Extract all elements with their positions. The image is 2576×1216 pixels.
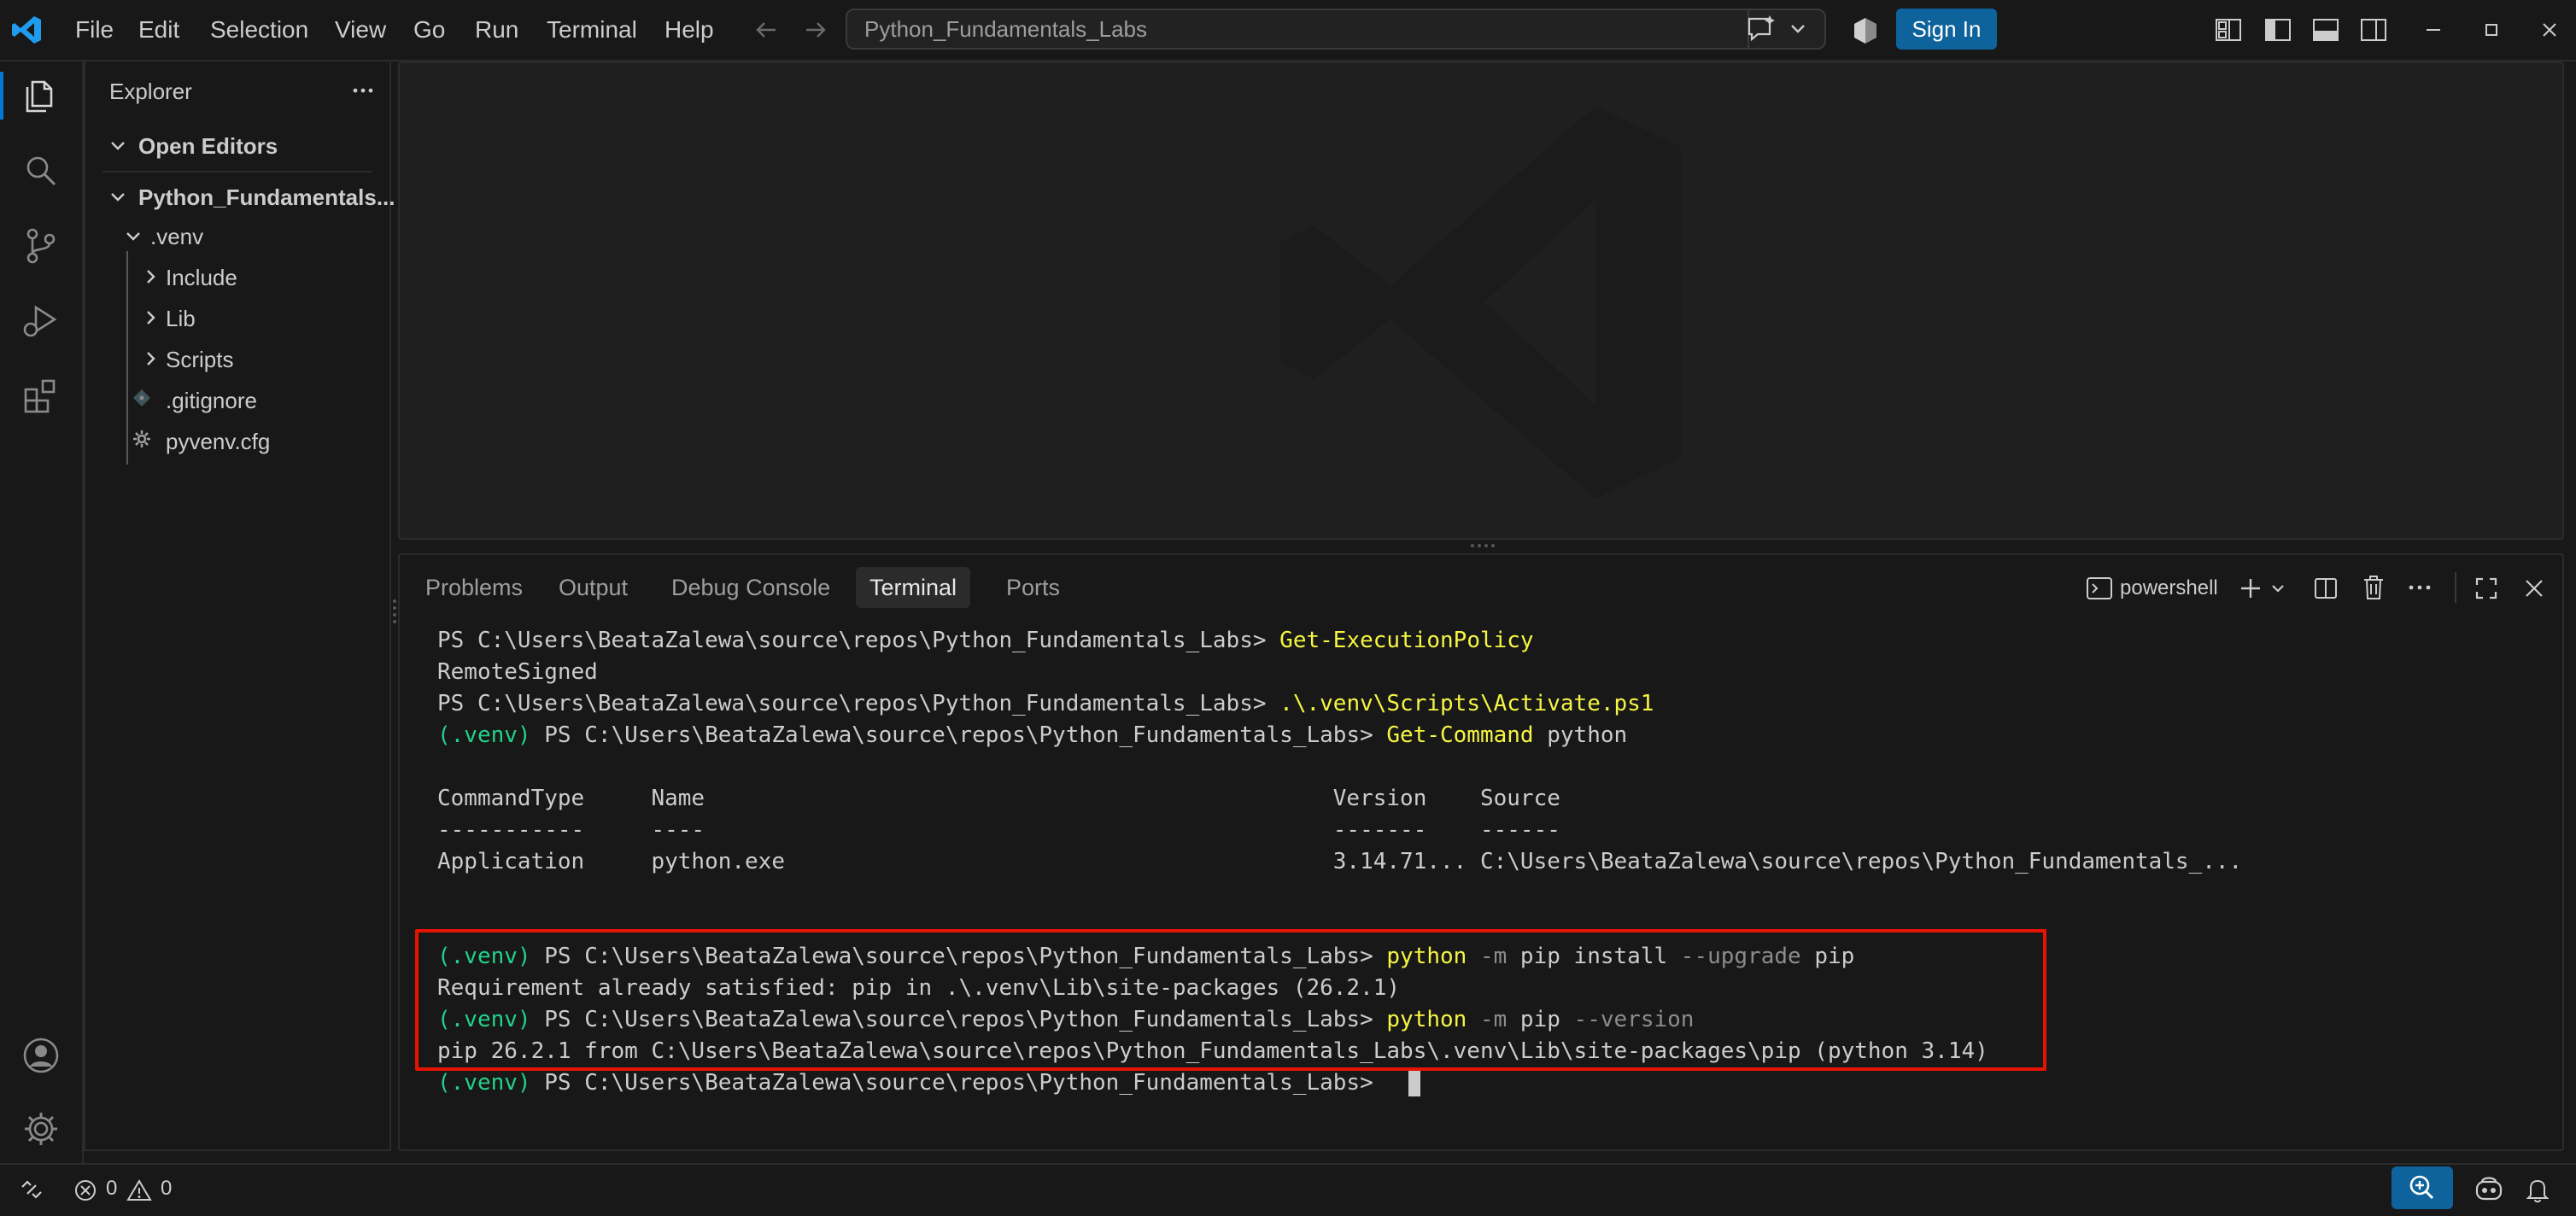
status-bar: 0 0 xyxy=(0,1163,2576,1216)
panel-sash-grip[interactable] xyxy=(1469,541,1495,550)
run-debug-icon[interactable] xyxy=(20,301,61,342)
git-file-icon xyxy=(132,388,152,408)
tab-debug-console[interactable]: Debug Console xyxy=(658,567,844,608)
active-indicator xyxy=(0,72,3,120)
warning-icon[interactable] xyxy=(126,1178,152,1202)
files-icon[interactable] xyxy=(20,75,61,116)
terminal-line: ----------- ---- ------- ------ xyxy=(437,817,1560,843)
toggle-secondary-sidebar-icon[interactable] xyxy=(2359,15,2388,44)
sign-in-button[interactable]: Sign In xyxy=(1896,9,1997,50)
explorer-title: Explorer xyxy=(109,79,192,104)
toolbar-divider xyxy=(2455,572,2456,603)
tree-item-pyvenv-cfg[interactable]: pyvenv.cfg xyxy=(166,429,270,455)
chevron-down-icon[interactable] xyxy=(108,186,128,207)
menu-file[interactable]: File xyxy=(75,0,114,60)
toggle-panel-icon[interactable] xyxy=(2311,15,2340,44)
chevron-right-icon[interactable] xyxy=(140,307,161,328)
terminal-prompt-line: (.venv) PS C:\Users\BeataZalewa\source\r… xyxy=(437,1067,1420,1099)
maximize-panel-icon[interactable] xyxy=(2474,576,2499,601)
sash-grip[interactable] xyxy=(391,598,398,623)
menu-view[interactable]: View xyxy=(335,0,386,60)
terminal-line: PS C:\Users\BeataZalewa\source\repos\Pyt… xyxy=(437,691,1654,716)
tree-item-gitignore[interactable]: .gitignore xyxy=(166,388,257,414)
maximize-icon[interactable] xyxy=(2480,19,2503,41)
source-control-icon[interactable] xyxy=(20,225,61,266)
tab-ports[interactable]: Ports xyxy=(992,567,1074,608)
toggle-primary-sidebar-icon[interactable] xyxy=(2263,15,2292,44)
indent-guide xyxy=(126,251,128,465)
zoom-button[interactable] xyxy=(2392,1166,2453,1209)
menu-help[interactable]: Help xyxy=(664,0,714,60)
terminal-line: RemoteSigned xyxy=(437,659,598,685)
chevron-right-icon[interactable] xyxy=(140,348,161,369)
menu-go[interactable]: Go xyxy=(413,0,445,60)
terminal-shell-name[interactable]: powershell xyxy=(2120,572,2218,605)
config-file-icon xyxy=(132,429,152,449)
open-editors-header[interactable]: Open Editors xyxy=(138,133,278,160)
minimize-icon[interactable] xyxy=(2422,19,2444,41)
close-panel-icon[interactable] xyxy=(2521,576,2547,601)
title-bar: File Edit Selection View Go Run Terminal… xyxy=(0,0,2576,61)
chevron-down-icon[interactable] xyxy=(2269,579,2287,598)
highlight-box xyxy=(415,929,2046,1071)
error-icon[interactable] xyxy=(73,1178,97,1202)
remote-icon[interactable] xyxy=(19,1177,44,1202)
search-icon[interactable] xyxy=(20,150,61,191)
chat-icon[interactable] xyxy=(1744,14,1778,44)
terminal-shell-icon xyxy=(2086,576,2113,601)
menu-run[interactable]: Run xyxy=(475,0,518,60)
command-center-text: Python_Fundamentals_Labs xyxy=(864,16,1148,42)
editor-area[interactable] xyxy=(398,61,2564,540)
trash-icon[interactable] xyxy=(2361,574,2386,601)
menu-edit[interactable]: Edit xyxy=(138,0,179,60)
tree-item-scripts[interactable]: Scripts xyxy=(166,347,233,373)
workspace-folder-header[interactable]: Python_Fundamentals... xyxy=(138,184,395,211)
back-arrow-icon[interactable] xyxy=(753,17,779,43)
chevron-down-icon[interactable] xyxy=(108,135,128,155)
forward-arrow-icon[interactable] xyxy=(803,17,828,43)
activity-bar xyxy=(0,61,84,1163)
tree-item-lib[interactable]: Lib xyxy=(166,306,196,332)
menu-terminal[interactable]: Terminal xyxy=(547,0,637,60)
chevron-down-icon[interactable] xyxy=(1787,17,1809,39)
terminal-line: (.venv) PS C:\Users\BeataZalewa\source\r… xyxy=(437,722,1628,748)
command-center[interactable]: Python_Fundamentals_Labs xyxy=(846,9,1826,50)
more-actions-icon[interactable] xyxy=(2407,581,2433,594)
gear-icon[interactable] xyxy=(20,1108,61,1149)
copilot-icon[interactable] xyxy=(1850,15,1881,46)
copilot-status-icon[interactable] xyxy=(2474,1175,2504,1204)
close-window-icon[interactable] xyxy=(2538,19,2561,41)
customize-layout-icon[interactable] xyxy=(2214,15,2243,44)
chevron-right-icon[interactable] xyxy=(140,266,161,287)
chevron-down-icon[interactable] xyxy=(123,225,143,246)
tree-item-venv[interactable]: .venv xyxy=(150,224,203,250)
split-terminal-icon[interactable] xyxy=(2313,576,2339,601)
terminal-line: CommandType Name Version Source xyxy=(437,786,1560,811)
account-icon[interactable] xyxy=(20,1035,61,1076)
tree-item-include[interactable]: Include xyxy=(166,265,237,291)
tab-problems[interactable]: Problems xyxy=(412,567,536,608)
warning-count[interactable]: 0 xyxy=(161,1177,172,1201)
tab-terminal[interactable]: Terminal xyxy=(856,567,971,608)
terminal-line: Application python.exe 3.14.71... C:\Use… xyxy=(437,849,2243,874)
tab-output[interactable]: Output xyxy=(545,567,641,608)
vscode-watermark-icon xyxy=(1254,72,1715,533)
more-actions-icon[interactable] xyxy=(350,82,376,99)
terminal-line: PS C:\Users\BeataZalewa\source\repos\Pyt… xyxy=(437,628,1534,653)
extensions-icon[interactable] xyxy=(20,376,61,417)
new-terminal-plus-icon[interactable] xyxy=(2238,576,2263,601)
bell-icon[interactable] xyxy=(2525,1177,2550,1204)
vscode-logo-icon xyxy=(10,14,43,46)
menu-selection[interactable]: Selection xyxy=(210,0,308,60)
explorer-sidebar: Explorer Open Editors Python_Fundamental… xyxy=(84,61,395,1151)
terminal-cursor xyxy=(1408,1071,1420,1096)
error-count[interactable]: 0 xyxy=(106,1177,117,1201)
section-divider xyxy=(102,171,372,172)
